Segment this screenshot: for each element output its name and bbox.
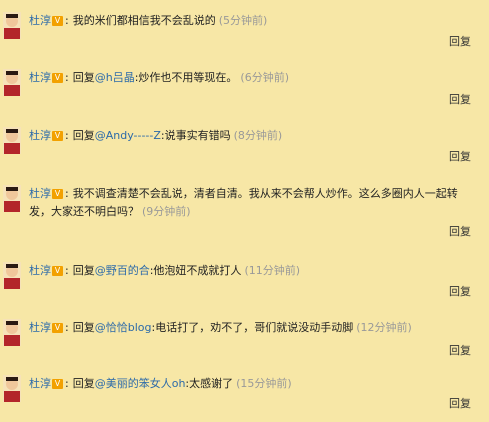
colon-separator: : xyxy=(65,264,69,277)
verified-v-icon: V xyxy=(52,16,63,26)
timestamp: (8分钟前) xyxy=(233,129,283,142)
colon-separator: : xyxy=(65,129,69,142)
timestamp: (5分钟前) xyxy=(218,14,268,27)
reply-button[interactable]: 回复 xyxy=(449,395,471,411)
timestamp: (11分钟前) xyxy=(244,264,301,277)
comment-body: :太感谢了 xyxy=(185,377,234,390)
reply-button[interactable]: 回复 xyxy=(449,148,471,164)
reply-prefix: 回复 xyxy=(72,129,95,142)
mention-link[interactable]: @恰恰blog xyxy=(95,321,152,334)
mention-link[interactable]: @美丽的笨女人oh xyxy=(95,377,186,390)
verified-v-icon: V xyxy=(52,189,63,199)
user-name-link[interactable]: 杜淳 xyxy=(29,71,51,84)
user-name-link[interactable]: 杜淳 xyxy=(29,129,51,142)
mention-link[interactable]: @h吕晶 xyxy=(95,71,135,84)
reply-button[interactable]: 回复 xyxy=(449,33,471,49)
comment-body: 我不调查清楚不会乱说，清者自清。我从来不会帮人炒作。这么多圈内人一起转发，大家还… xyxy=(29,187,458,218)
avatar-icon[interactable] xyxy=(3,69,21,96)
avatar-icon[interactable] xyxy=(3,127,21,154)
timestamp: (12分钟前) xyxy=(356,321,412,334)
colon-separator: : xyxy=(65,321,69,334)
reply-prefix: 回复 xyxy=(72,377,95,390)
colon-separator: : xyxy=(65,187,69,200)
comment-text-line: 杜淳 V: 我的米们都相信我不会乱说的 (5分钟前) xyxy=(29,12,469,30)
verified-v-icon: V xyxy=(52,131,63,141)
user-name-link[interactable]: 杜淳 xyxy=(29,14,51,27)
reply-button[interactable]: 回复 xyxy=(449,223,471,239)
comment-body: :他泡妞不成就打人 xyxy=(149,264,242,277)
timestamp: (9分钟前) xyxy=(142,205,191,218)
verified-v-icon: V xyxy=(52,266,63,276)
verified-v-icon: V xyxy=(52,73,63,83)
user-name-link[interactable]: 杜淳 xyxy=(29,377,51,390)
verified-v-icon: V xyxy=(52,323,63,333)
mention-link[interactable]: @野百的合 xyxy=(95,264,150,277)
timestamp: (6分钟前) xyxy=(240,71,290,84)
comment-text-line: 杜淳 V: 我不调查清楚不会乱说，清者自清。我从来不会帮人炒作。这么多圈内人一起转发… xyxy=(29,185,475,221)
avatar-icon[interactable] xyxy=(3,185,21,212)
reply-button[interactable]: 回复 xyxy=(449,91,471,107)
timestamp: (15分钟前) xyxy=(236,377,292,390)
comment-text-line: 杜淳 V: 回复@野百的合:他泡妞不成就打人 (11分钟前) xyxy=(29,262,469,280)
comment-text-line: 杜淳 V: 回复@Andy-----Z:说事实有错吗 (8分钟前) xyxy=(29,127,469,145)
reply-button[interactable]: 回复 xyxy=(449,283,471,299)
comment-body: 我的米们都相信我不会乱说的 xyxy=(72,14,216,27)
colon-separator: : xyxy=(65,377,69,390)
comment-body: :电话打了，劝不了，哥们就说没动手动脚 xyxy=(151,321,354,334)
mention-link[interactable]: @Andy-----Z xyxy=(95,129,161,142)
comment-thread: 杜淳 V: 我的米们都相信我不会乱说的 (5分钟前) 回复 杜淳 V: 回复@h吕晶:炒作… xyxy=(0,0,489,422)
comment-text-line: 杜淳 V: 回复@美丽的笨女人oh:太感谢了 (15分钟前) xyxy=(29,375,469,393)
verified-v-icon: V xyxy=(52,379,63,389)
comment-body: :说事实有错吗 xyxy=(160,129,231,142)
comment-body: :炒作也不用等现在。 xyxy=(134,71,238,84)
avatar-icon[interactable] xyxy=(3,375,21,402)
comment-text-line: 杜淳 V: 回复@恰恰blog:电话打了，劝不了，哥们就说没动手动脚 (12分钟前) xyxy=(29,319,469,337)
colon-separator: : xyxy=(65,71,69,84)
reply-prefix: 回复 xyxy=(72,71,95,84)
avatar-icon[interactable] xyxy=(3,319,21,346)
colon-separator: : xyxy=(65,14,69,27)
reply-prefix: 回复 xyxy=(72,321,95,334)
avatar-icon[interactable] xyxy=(3,12,21,39)
reply-button[interactable]: 回复 xyxy=(449,342,471,358)
user-name-link[interactable]: 杜淳 xyxy=(29,321,51,334)
user-name-link[interactable]: 杜淳 xyxy=(29,187,51,200)
user-name-link[interactable]: 杜淳 xyxy=(29,264,51,277)
avatar-icon[interactable] xyxy=(3,262,21,289)
comment-text-line: 杜淳 V: 回复@h吕晶:炒作也不用等现在。 (6分钟前) xyxy=(29,69,469,87)
reply-prefix: 回复 xyxy=(72,264,95,277)
